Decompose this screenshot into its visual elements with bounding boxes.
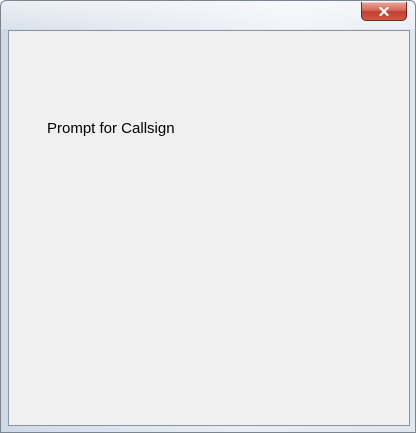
- dialog-content: Prompt for Callsign: [8, 30, 410, 426]
- prompt-label: Prompt for Callsign: [47, 120, 175, 137]
- title-bar[interactable]: [1, 1, 415, 29]
- dialog-window: Prompt for Callsign: [0, 0, 416, 433]
- close-button[interactable]: [361, 2, 407, 21]
- close-icon: [379, 6, 389, 16]
